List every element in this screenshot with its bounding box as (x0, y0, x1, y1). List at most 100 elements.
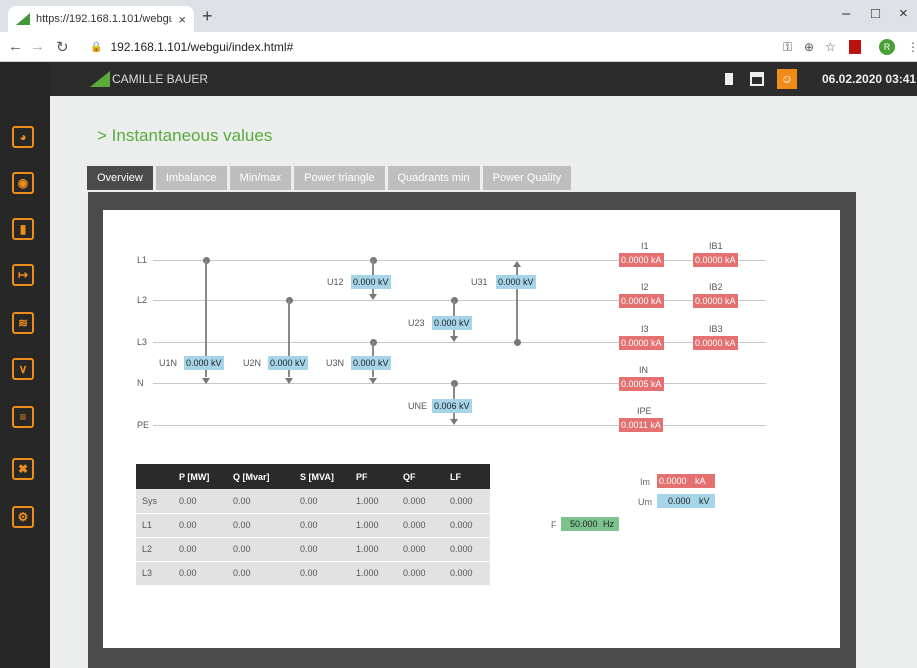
maximize-icon[interactable]: □ (871, 5, 880, 22)
user-icon[interactable]: ☺ (777, 69, 797, 89)
u31-value: 0.000 kV (496, 275, 536, 289)
table-cell: 0.000 (444, 513, 490, 538)
line-l1 (153, 260, 766, 261)
close-window-icon[interactable]: × (899, 5, 908, 22)
tab-power-triangle[interactable]: Power triangle (294, 166, 385, 190)
bookmark-star-icon[interactable]: ☆ (825, 40, 836, 54)
minimize-icon[interactable]: – (842, 5, 850, 22)
network-icon[interactable] (750, 72, 764, 86)
table-cell: 0.00 (227, 513, 294, 538)
key-icon[interactable]: ⚿ (783, 40, 792, 55)
table-row: L3 0.00 0.00 0.00 1.000 0.000 0.000 (136, 561, 490, 586)
node-dot (514, 339, 521, 346)
overview-card: L1 L2 L3 N PE U1N 0.000 kV U2N 0.000 kV … (103, 210, 840, 648)
page-title: > Instantaneous values (97, 126, 273, 145)
app-root: ◕ ◉ ▮ ↦ ≋ ∨ ≡ ✖ ⚙ CAMILLE BAUER ☺ 06.02.… (0, 62, 917, 668)
line-label-l2: L2 (137, 295, 148, 305)
waveform-icon[interactable]: ∨ (12, 358, 34, 380)
table-cell: 0.00 (294, 537, 350, 562)
pdf-extension-icon[interactable] (849, 40, 861, 54)
arrow-down-icon (202, 378, 210, 384)
logo-text: CAMILLE BAUER (112, 72, 209, 86)
bar-chart-icon[interactable]: ▮ (12, 218, 34, 240)
line-label-l1: L1 (137, 255, 148, 265)
table-cell: 0.000 (397, 489, 444, 514)
table-row: L2 0.00 0.00 0.00 1.000 0.000 0.000 (136, 537, 490, 562)
u31-label: U31 (471, 277, 488, 287)
table-cell: 1.000 (350, 561, 397, 586)
report-icon[interactable]: ≡ (12, 406, 34, 428)
settings-icon[interactable]: ⚙ (12, 506, 34, 528)
i3-label: I3 (641, 324, 649, 334)
table-cell: 0.00 (294, 561, 350, 586)
table-cell: L3 (136, 561, 173, 586)
gauge-icon[interactable]: ◕ (12, 126, 34, 148)
device-icon[interactable] (725, 73, 733, 85)
line-l2 (153, 300, 766, 301)
browser-tab[interactable]: https://192.168.1.101/webgui/in… × (8, 6, 194, 32)
u3n-value: 0.000 kV (351, 356, 391, 370)
forward-icon[interactable]: → (30, 38, 45, 55)
table-cell: 1.000 (350, 513, 397, 538)
new-tab-button[interactable]: + (202, 6, 213, 27)
u23-label: U23 (408, 318, 425, 328)
line-pe (153, 425, 766, 426)
i2-label: I2 (641, 282, 649, 292)
table-cell: 0.00 (294, 513, 350, 538)
im-value: 0.0000 kA (657, 474, 715, 488)
table-cell: 0.000 (444, 561, 490, 586)
une-value: 0.006 kV (432, 399, 472, 413)
arrow-down-icon (369, 378, 377, 384)
sidebar: ◕ ◉ ▮ ↦ ≋ ∨ ≡ ✖ ⚙ (0, 62, 50, 668)
url-field[interactable]: 🔒 192.168.1.101/webgui/index.html# (90, 36, 790, 58)
line-label-n: N (137, 378, 144, 388)
tab-overview[interactable]: Overview (87, 166, 153, 190)
transfer-icon[interactable]: ↦ (12, 264, 34, 286)
company-logo: CAMILLE BAUER (90, 71, 208, 87)
um-number: 0.000 (668, 496, 691, 506)
tab-imbalance[interactable]: Imbalance (155, 166, 227, 190)
u2n-value: 0.000 kV (268, 356, 308, 370)
ib3-value: 0.0000 kA (693, 336, 738, 350)
close-tab-icon[interactable]: × (178, 12, 186, 27)
table-cell: 1.000 (350, 489, 397, 514)
harmonics-icon[interactable]: ≋ (12, 312, 34, 334)
im-label: Im (640, 477, 650, 487)
tab-minmax[interactable]: Min/max (229, 166, 292, 190)
table-cell: L1 (136, 513, 173, 538)
meter-icon[interactable]: ◉ (12, 172, 34, 194)
table-cell: 0.000 (397, 537, 444, 562)
f-value: 50.000 Hz (561, 517, 619, 531)
um-unit: kV (699, 496, 710, 506)
tab-power-quality[interactable]: Power Quality (482, 166, 572, 190)
zoom-icon[interactable]: ⊕ (804, 40, 814, 54)
ipe-value: 0.0011 kA (619, 418, 663, 432)
tools-icon[interactable]: ✖ (12, 458, 34, 480)
arrow-down-icon (450, 336, 458, 342)
table-header: PF (350, 464, 397, 489)
main-content: CAMILLE BAUER ☺ 06.02.2020 03:41 > Insta… (50, 62, 917, 668)
table-cell: 0.00 (294, 489, 350, 514)
im-number: 0.0000 (659, 476, 687, 486)
ib1-value: 0.0000 kA (693, 253, 738, 267)
table-cell: 0.00 (227, 561, 294, 586)
une-label: UNE (408, 401, 428, 411)
app-header: CAMILLE BAUER ☺ 06.02.2020 03:41 (50, 62, 917, 96)
site-favicon-icon (16, 13, 30, 25)
f-number: 50.000 (570, 519, 598, 529)
reload-icon[interactable]: ↻ (56, 38, 69, 56)
ib2-label: IB2 (709, 282, 723, 292)
i2-value: 0.0000 kA (619, 294, 664, 308)
table-cell: 1.000 (350, 537, 397, 562)
datetime: 06.02.2020 03:41 (822, 72, 917, 86)
ib1-label: IB1 (709, 241, 723, 251)
browser-menu-icon[interactable]: ⋮ (907, 40, 917, 54)
table-header: Q [Mvar] (227, 464, 294, 489)
browser-tab-title: https://192.168.1.101/webgui/in… (36, 13, 173, 25)
table-cell: 0.000 (397, 513, 444, 538)
tab-quadrants-min[interactable]: Quadrants min (387, 166, 480, 190)
address-bar: ← → ↻ 🔒 192.168.1.101/webgui/index.html#… (0, 32, 917, 62)
table-cell: 0.000 (397, 561, 444, 586)
profile-avatar[interactable]: R (879, 39, 895, 55)
back-icon[interactable]: ← (8, 38, 23, 55)
